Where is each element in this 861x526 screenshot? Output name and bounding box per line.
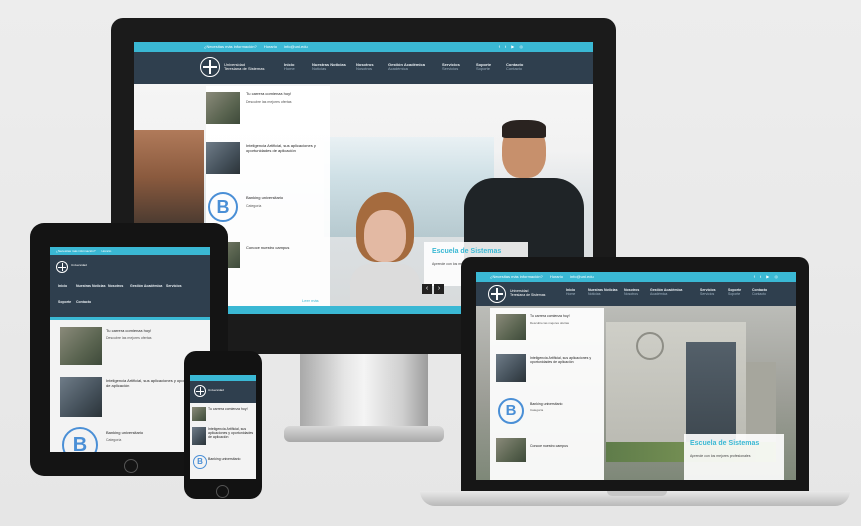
post-thumbnail[interactable] (496, 314, 526, 340)
phone-navbar: Universidad (190, 381, 256, 403)
post-title[interactable]: Banking universitario (246, 195, 326, 201)
laptop-hinge-notch (607, 491, 667, 496)
post-thumbnail[interactable] (192, 407, 206, 421)
nav-soporte[interactable]: Soporte Soporte (728, 288, 741, 296)
logo-text: Universidad (208, 388, 224, 392)
topbar-hours[interactable]: Horario (264, 42, 277, 52)
post-meta: Categoría (246, 204, 262, 208)
topbar-email[interactable]: info@uni.edu (284, 42, 308, 52)
youtube-icon[interactable]: ▶ (511, 44, 514, 49)
logo-icon[interactable] (56, 261, 68, 273)
facebook-icon[interactable]: f (754, 274, 755, 279)
laptop-screen: ¿Necesitas más información? Horario info… (476, 272, 796, 480)
post-title[interactable]: Inteligencia Artificial, sus aplicacione… (246, 143, 326, 153)
banking-b-icon: B (193, 455, 207, 469)
post-thumbnail[interactable] (192, 427, 206, 445)
youtube-icon[interactable]: ▶ (766, 274, 769, 279)
post-title[interactable]: Inteligencia Artificial, sus aplicacione… (530, 356, 600, 364)
topbar-phone: ¿Necesitas más información? (490, 274, 543, 279)
nav-gestion[interactable]: Gestión Académica Académica (388, 62, 425, 71)
logo-icon[interactable] (194, 385, 206, 397)
hero-card-text: Aprende con los mejores profesionales (690, 454, 751, 458)
instagram-icon[interactable]: ◎ (520, 44, 524, 49)
nav-servicios[interactable]: Servicios Servicios (442, 62, 460, 71)
nav-inicio[interactable]: Inicio (58, 284, 67, 289)
laptop-topbar: ¿Necesitas más información? Horario info… (476, 272, 796, 282)
nav-nosotros[interactable]: Nosotros Nosotros (624, 288, 639, 296)
post-thumbnail[interactable] (496, 438, 526, 462)
nav-nosotros[interactable]: Nosotros Nosotros (356, 62, 374, 71)
hero-building-photo (134, 130, 204, 225)
hero-mannequin-photo (346, 192, 424, 314)
phone-screen: Universidad Tu carrera comienza hoy! Int… (190, 375, 256, 479)
nav-servicios[interactable]: Servicios (166, 284, 182, 289)
topbar-phone: ¿Necesitas más información? (204, 44, 257, 49)
post-thumbnail[interactable] (206, 92, 240, 124)
read-more-link[interactable]: Leer más (302, 298, 319, 303)
post-title[interactable]: Tu carrera comienza hoy! (106, 328, 206, 334)
nav-gestion[interactable]: Gestión Académica Académica (650, 288, 682, 296)
post-meta: Descubre las mejores ofertas (106, 336, 152, 340)
logo-text: Universidad Teresiana de Sistemas (224, 62, 265, 72)
post-title[interactable]: Tu carrera comienza hoy! (246, 91, 326, 97)
hero-card-title: Escuela de Sistemas (432, 248, 502, 255)
post-meta: Descubre las mejores ofertas (246, 100, 292, 104)
topbar-hours[interactable]: Horario (550, 272, 563, 282)
tablet-divider-bar (50, 317, 210, 320)
logo-icon[interactable] (488, 285, 506, 303)
nav-noticias[interactable]: Nuestras Noticias Noticias (312, 62, 346, 71)
monitor-topbar: ¿Necesitas más información? Horario info… (134, 42, 593, 52)
tablet-navbar: Universidad Inicio Nuestras Noticias Nos… (50, 255, 210, 317)
post-title[interactable]: Inteligencia Artificial, sus aplicacione… (208, 427, 254, 449)
post-title[interactable]: Conoce nuestro campus (246, 245, 326, 251)
nav-servicios[interactable]: Servicios Servicios (700, 288, 716, 296)
tablet-home-button (124, 459, 138, 473)
nav-noticias[interactable]: Nuestras Noticias (76, 284, 106, 289)
slider-next-arrow[interactable]: › (434, 284, 444, 294)
twitter-icon[interactable]: t (505, 44, 506, 49)
post-thumbnail[interactable] (60, 327, 102, 365)
monitor-navbar: Universidad Teresiana de Sistemas Inicio H… (134, 52, 593, 84)
nav-nosotros[interactable]: Nosotros (108, 284, 123, 289)
post-meta: Categoría (530, 408, 544, 412)
nav-contacto[interactable]: Contacto (76, 300, 91, 305)
post-thumbnail[interactable] (206, 142, 240, 174)
post-thumbnail[interactable] (60, 377, 102, 417)
topbar-email[interactable]: info@uni.edu (570, 272, 594, 282)
banking-b-icon: B (62, 427, 98, 452)
post-meta: Descubre las mejores ofertas (530, 321, 570, 325)
laptop-post-list: Tu carrera comienza hoy! Descubre las me… (490, 308, 604, 480)
nav-inicio[interactable]: Inicio Home (284, 62, 295, 71)
logo-text: Universidad (71, 263, 87, 267)
hero-card-title: Escuela de Sistemas (690, 440, 760, 447)
nav-contacto[interactable]: Contacto Contacto (752, 288, 767, 296)
instagram-icon[interactable]: ◎ (775, 274, 779, 279)
tablet-topbar: ¿Necesitas más información? Horario (50, 247, 210, 255)
banking-b-icon: B (208, 192, 238, 222)
laptop-navbar: Universidad Teresiana de Sistemas Inicio H… (476, 282, 796, 306)
post-title[interactable]: Tu carrera comienza hoy! (530, 314, 600, 318)
showcase-background: ¿Necesitas más información? Horario info… (0, 0, 861, 526)
facebook-icon[interactable]: f (499, 44, 500, 49)
post-title[interactable]: Banking universitario (530, 402, 600, 406)
post-thumbnail[interactable] (496, 354, 526, 382)
logo-text: Universidad Teresiana de Sistemas (510, 289, 546, 297)
post-title[interactable]: Tu carrera comienza hoy! (208, 407, 254, 411)
nav-gestion[interactable]: Gestión Académica (130, 284, 162, 289)
post-title[interactable]: Conoce nuestro campus (530, 444, 600, 448)
hero-card: Escuela de Sistemas Aprende con los mejo… (684, 434, 784, 480)
monitor-stand-base (284, 426, 444, 442)
twitter-icon[interactable]: t (760, 274, 761, 279)
banking-b-icon: B (498, 398, 524, 424)
slider-prev-arrow[interactable]: ‹ (422, 284, 432, 294)
nav-inicio[interactable]: Inicio Home (566, 288, 575, 296)
nav-contacto[interactable]: Contacto Contacto (506, 62, 523, 71)
post-title[interactable]: Banking universitario (208, 457, 254, 461)
monitor-stand (300, 354, 428, 432)
phone-home-button (216, 485, 229, 498)
logo-icon[interactable] (200, 57, 220, 77)
nav-soporte[interactable]: Soporte Soporte (476, 62, 491, 71)
nav-noticias[interactable]: Nuestras Noticias Noticias (588, 288, 618, 296)
nav-soporte[interactable]: Soporte (58, 300, 71, 305)
